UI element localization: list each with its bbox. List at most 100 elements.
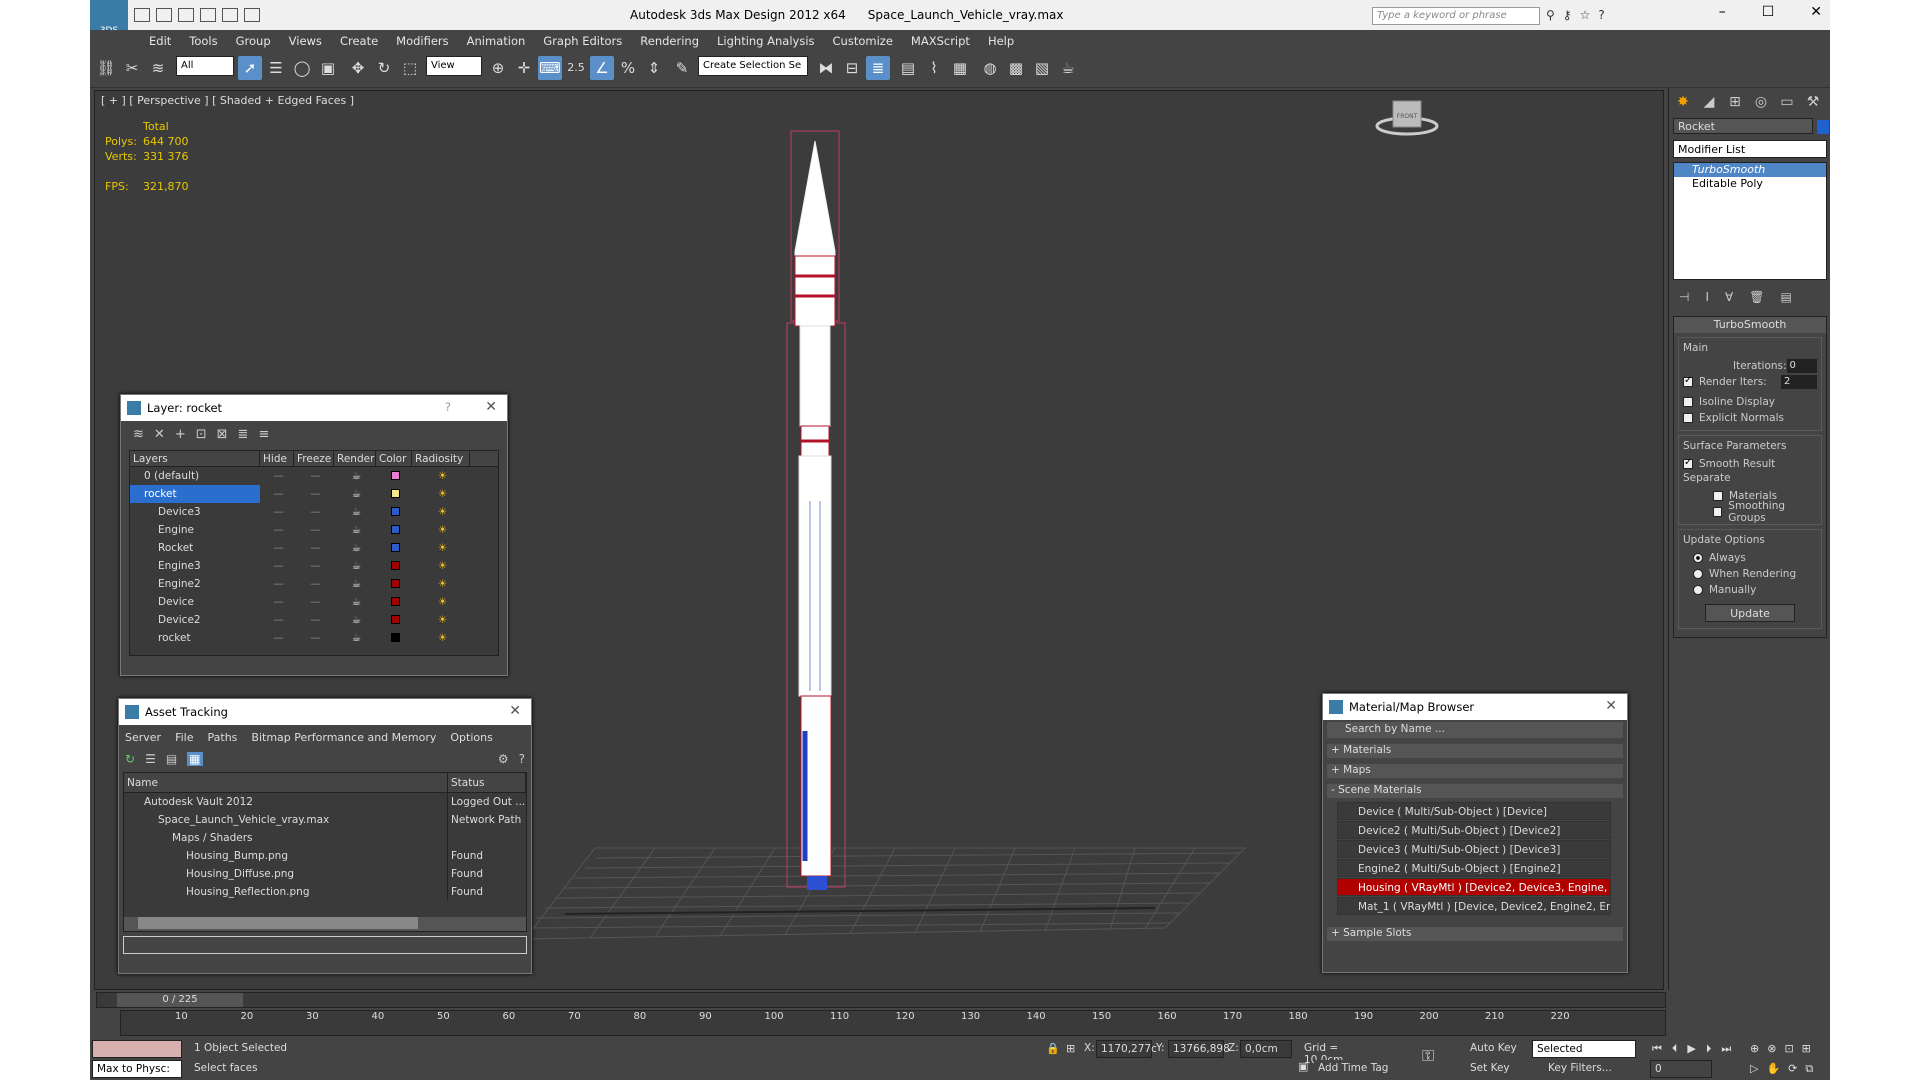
stack-item-turbosmooth[interactable]: TurboSmooth [1674,163,1826,177]
select-object-icon[interactable]: ➚ [238,56,262,80]
link-icon[interactable]: ⛓ [94,56,118,80]
view-cube[interactable]: FRONT [1375,100,1439,136]
zoom-icon[interactable]: ⊕ [1750,1042,1759,1055]
render-teapot-icon[interactable]: ☕ [334,629,376,647]
material-editor-icon[interactable]: ◍ [978,56,1002,80]
menu-animation[interactable]: Animation [458,30,535,50]
redo-icon[interactable] [222,8,238,22]
maxscript-mini-listener[interactable]: Max to Physc: [92,1060,182,1078]
go-to-start-icon[interactable]: ⏮ [1652,1042,1662,1056]
render-teapot-icon[interactable]: ☕ [334,611,376,629]
scene-material-item[interactable]: Housing ( VRayMtl ) [Device2, Device3, E… [1337,878,1611,896]
maximize-viewport-icon[interactable]: ⧉ [1805,1062,1813,1076]
hide-toggle[interactable]: — [260,593,294,611]
time-tag-icon[interactable]: ▣ [1298,1060,1308,1073]
absolute-mode-icon[interactable]: ⊞ [1066,1042,1075,1055]
render-teapot-icon[interactable]: ☕ [334,593,376,611]
layer-name[interactable]: Rocket [130,539,260,557]
radiosity-icon[interactable]: ☀ [412,539,470,557]
smooth-result-checkbox[interactable] [1683,457,1693,469]
zoom-extents-all-icon[interactable]: ⊞ [1802,1042,1811,1055]
display-tab-icon[interactable]: ▭ [1777,94,1797,110]
search-input[interactable]: Type a keyword or phrase [1372,7,1540,25]
layer-name[interactable]: Engine2 [130,575,260,593]
section-maps[interactable]: + Maps [1327,764,1623,778]
freeze-toggle[interactable]: — [294,539,334,557]
menu-help[interactable]: Help [979,30,1023,50]
asset-name[interactable]: Housing_Reflection.png [124,883,448,901]
materials-checkbox[interactable] [1713,491,1723,501]
isoline-checkbox[interactable] [1683,397,1693,407]
asset-menu-options[interactable]: Options [450,731,492,744]
asset-name[interactable]: Autodesk Vault 2012 [124,793,448,811]
radiosity-icon[interactable]: ☀ [412,575,470,593]
scale-icon[interactable]: ⬚ [398,56,422,80]
iterations-spinner[interactable]: 0 [1786,359,1817,373]
fov-icon[interactable]: ▷ [1750,1062,1758,1076]
configure-sets-icon[interactable]: ▤ [1780,290,1791,304]
bind-spacewarp-icon[interactable]: ≋ [146,56,170,80]
close-icon[interactable]: ✕ [485,399,497,415]
menu-maxscript[interactable]: MAXScript [902,30,979,50]
layer-color-swatch[interactable] [391,471,400,480]
col-layers[interactable]: Layers [130,451,260,466]
close-icon[interactable]: ✕ [509,703,521,719]
layer-manager-icon[interactable]: ≣ [866,56,890,80]
menu-create[interactable]: Create [331,30,387,50]
selection-region-icon[interactable]: ◯ [290,56,314,80]
utilities-tab-icon[interactable]: ⚒ [1803,94,1823,110]
freeze-toggle[interactable]: — [294,629,334,647]
radiosity-icon[interactable]: ☀ [412,593,470,611]
asset-row[interactable]: Housing_Reflection.png Found [124,883,526,901]
hide-toggle[interactable]: — [260,467,294,485]
layer-name[interactable]: Device2 [130,611,260,629]
pin-stack-icon[interactable]: ⊣ [1679,290,1689,304]
col-status[interactable]: Status [448,773,526,792]
create-layer-icon[interactable]: ≋ [133,427,144,442]
layer-row[interactable]: rocket — — ☕ ☀ [130,629,498,647]
pan-icon[interactable]: ✋ [1766,1062,1780,1076]
asset-name[interactable]: Housing_Bump.png [124,847,448,865]
star-icon[interactable]: ☆ [1580,8,1591,22]
minimize-icon[interactable]: – [1719,4,1726,20]
new-file-icon[interactable] [134,8,150,22]
render-teapot-icon[interactable]: ☕ [334,539,376,557]
col-freeze[interactable]: Freeze [294,451,334,466]
turbosmooth-rollout-title[interactable]: TurboSmooth [1674,317,1826,333]
set-key-button[interactable]: Set Key [1466,1060,1520,1078]
layer-row[interactable]: Engine3— — ☕ ☀ [130,557,498,575]
selection-filter-dropdown[interactable]: All [176,56,234,76]
layer-color-swatch[interactable] [391,633,400,642]
spinner-snap-icon[interactable]: ⇕ [642,56,666,80]
radiosity-icon[interactable]: ☀ [412,629,470,647]
layer-row[interactable]: Device3— — ☕ ☀ [130,503,498,521]
col-radiosity[interactable]: Radiosity [412,451,470,466]
layer-dialog-titlebar[interactable]: Layer: rocket? ✕ [121,395,507,421]
orbit-icon[interactable]: ⟳ [1788,1062,1797,1076]
maxscript-listener[interactable] [92,1040,182,1058]
time-slider[interactable]: 0 / 225 [96,992,1666,1008]
mirror-icon[interactable]: ⧓ [814,56,838,80]
render-setup-icon[interactable]: ▩ [1004,56,1028,80]
col-hide[interactable]: Hide [260,451,294,466]
add-time-tag[interactable]: Add Time Tag [1314,1060,1394,1078]
hide-toggle[interactable]: — [260,575,294,593]
scene-material-item[interactable]: Engine2 ( Multi/Sub-Object ) [Engine2] [1337,859,1611,877]
help-icon[interactable]: ? [1598,8,1604,22]
keyboard-shortcut-icon[interactable]: ⌨ [538,56,562,80]
auto-key-button[interactable]: Auto Key [1466,1040,1526,1058]
y-coordinate-field[interactable]: 13766,898 [1168,1040,1230,1058]
col-name[interactable]: Name [124,773,448,792]
time-slider-thumb[interactable]: 0 / 225 [117,993,243,1007]
select-in-layer-icon[interactable]: ⊡ [196,427,207,442]
hide-toggle[interactable]: — [260,557,294,575]
layer-row[interactable]: 0 (default) — — ☕ ☀ [130,467,498,485]
asset-menu-file[interactable]: File [175,731,193,744]
asset-row[interactable]: Housing_Diffuse.png Found [124,865,526,883]
layer-name[interactable]: 0 (default) [130,467,260,485]
previous-frame-icon[interactable]: ⏴ [1672,1042,1678,1056]
layer-name[interactable]: rocket [130,629,260,647]
edit-named-selection-icon[interactable]: ✎ [670,56,694,80]
window-crossing-icon[interactable]: ▣ [316,56,340,80]
binoculars-icon[interactable]: ⚲ [1546,8,1555,22]
